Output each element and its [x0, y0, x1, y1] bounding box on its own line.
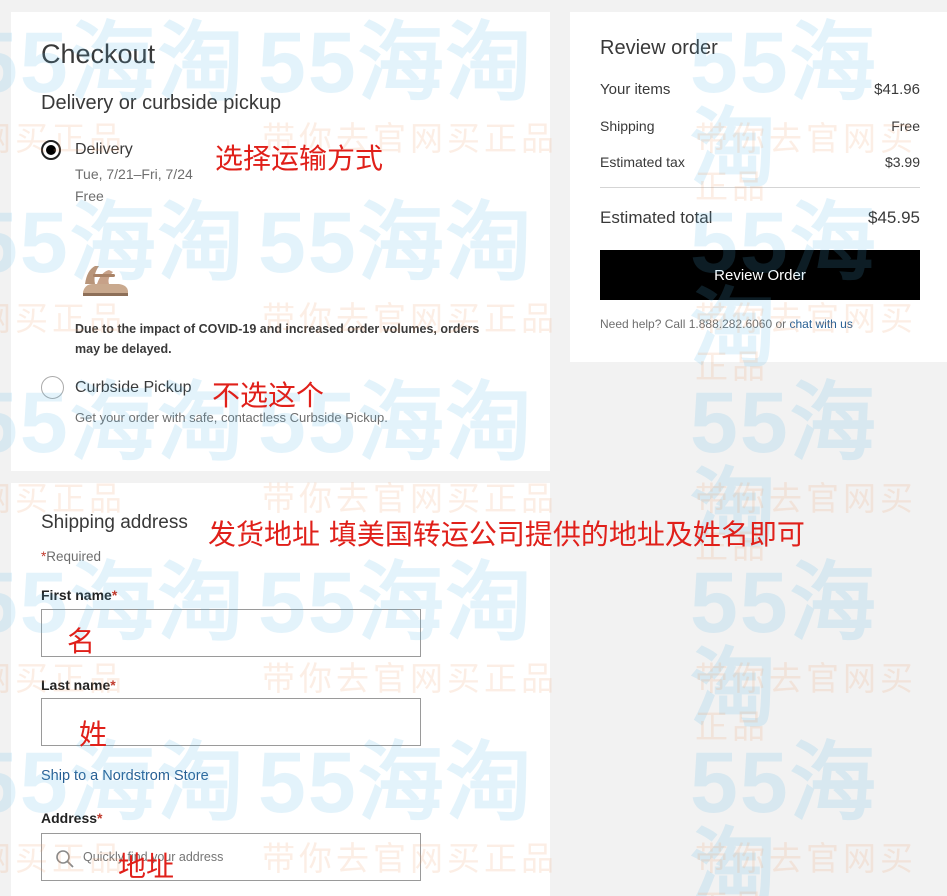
address-label: Address* — [41, 810, 102, 826]
items-label: Your items — [600, 81, 671, 98]
first-name-label: First name* — [41, 587, 117, 603]
sandal-product-image — [79, 258, 131, 298]
first-name-label-text: First name — [41, 587, 112, 603]
last-name-label: Last name* — [41, 677, 116, 693]
review-order-panel: Review order Your items $41.96 Shipping … — [570, 12, 947, 362]
page-title: Checkout — [41, 39, 156, 69]
watermark-tagline: 带你去官网买正品 — [695, 660, 917, 745]
watermark-logo: 55海淘 — [690, 735, 878, 896]
review-order-button[interactable]: Review Order — [600, 250, 920, 300]
required-asterisk: * — [110, 677, 116, 693]
radio-selected-icon[interactable] — [41, 140, 61, 160]
tax-label: Estimated tax — [600, 154, 685, 170]
covid-notice: Due to the impact of COVID-19 and increa… — [75, 322, 480, 356]
delivery-label: Delivery — [75, 141, 133, 158]
total-value: $45.95 — [868, 208, 920, 227]
ship-to-store-link[interactable]: Ship to a Nordstrom Store — [41, 768, 209, 784]
annotation-delivery: 选择运输方式 — [215, 142, 384, 175]
tax-value: $3.99 — [884, 154, 920, 170]
chat-link[interactable]: chat with us — [789, 317, 852, 331]
shipping-label: Shipping — [600, 118, 655, 134]
address-label-text: Address — [41, 810, 98, 826]
last-name-label-text: Last name — [41, 677, 111, 693]
annotation-shipping: 发货地址 填美国转运公司提供的地址及姓名即可 — [208, 518, 805, 551]
shipping-value: Free — [891, 118, 920, 134]
required-asterisk: * — [97, 810, 103, 826]
curbside-label: Curbside Pickup — [75, 379, 192, 396]
delivery-dates: Tue, 7/21–Fri, 7/24 — [75, 166, 193, 182]
address-search-input[interactable] — [41, 833, 421, 881]
help-text: Need help? Call 1.888.282.6060 or chat w… — [600, 317, 853, 331]
watermark-tagline: 带你去官网买正品 — [695, 840, 917, 896]
annotation-address: 地址 — [118, 850, 175, 883]
total-label: Estimated total — [600, 208, 713, 227]
annotation-first-name: 名 — [67, 625, 96, 658]
summary-divider — [600, 187, 920, 188]
required-text: Required — [46, 549, 102, 564]
first-name-field[interactable] — [41, 609, 421, 657]
shipping-title: Shipping address — [41, 512, 188, 533]
annotation-curbside: 不选这个 — [212, 379, 325, 412]
annotation-last-name: 姓 — [79, 718, 108, 751]
required-asterisk: * — [111, 587, 118, 603]
search-icon — [55, 849, 75, 869]
required-note: *Required — [41, 549, 101, 564]
review-title: Review order — [600, 37, 718, 59]
items-value: $41.96 — [874, 81, 920, 98]
help-prefix: Need help? Call 1.888.282.6060 or — [600, 317, 790, 331]
delivery-section-title: Delivery or curbside pickup — [41, 92, 282, 114]
radio-unselected-icon[interactable] — [41, 376, 64, 399]
delivery-price: Free — [75, 188, 104, 204]
watermark-logo: 55海淘 — [690, 555, 878, 737]
